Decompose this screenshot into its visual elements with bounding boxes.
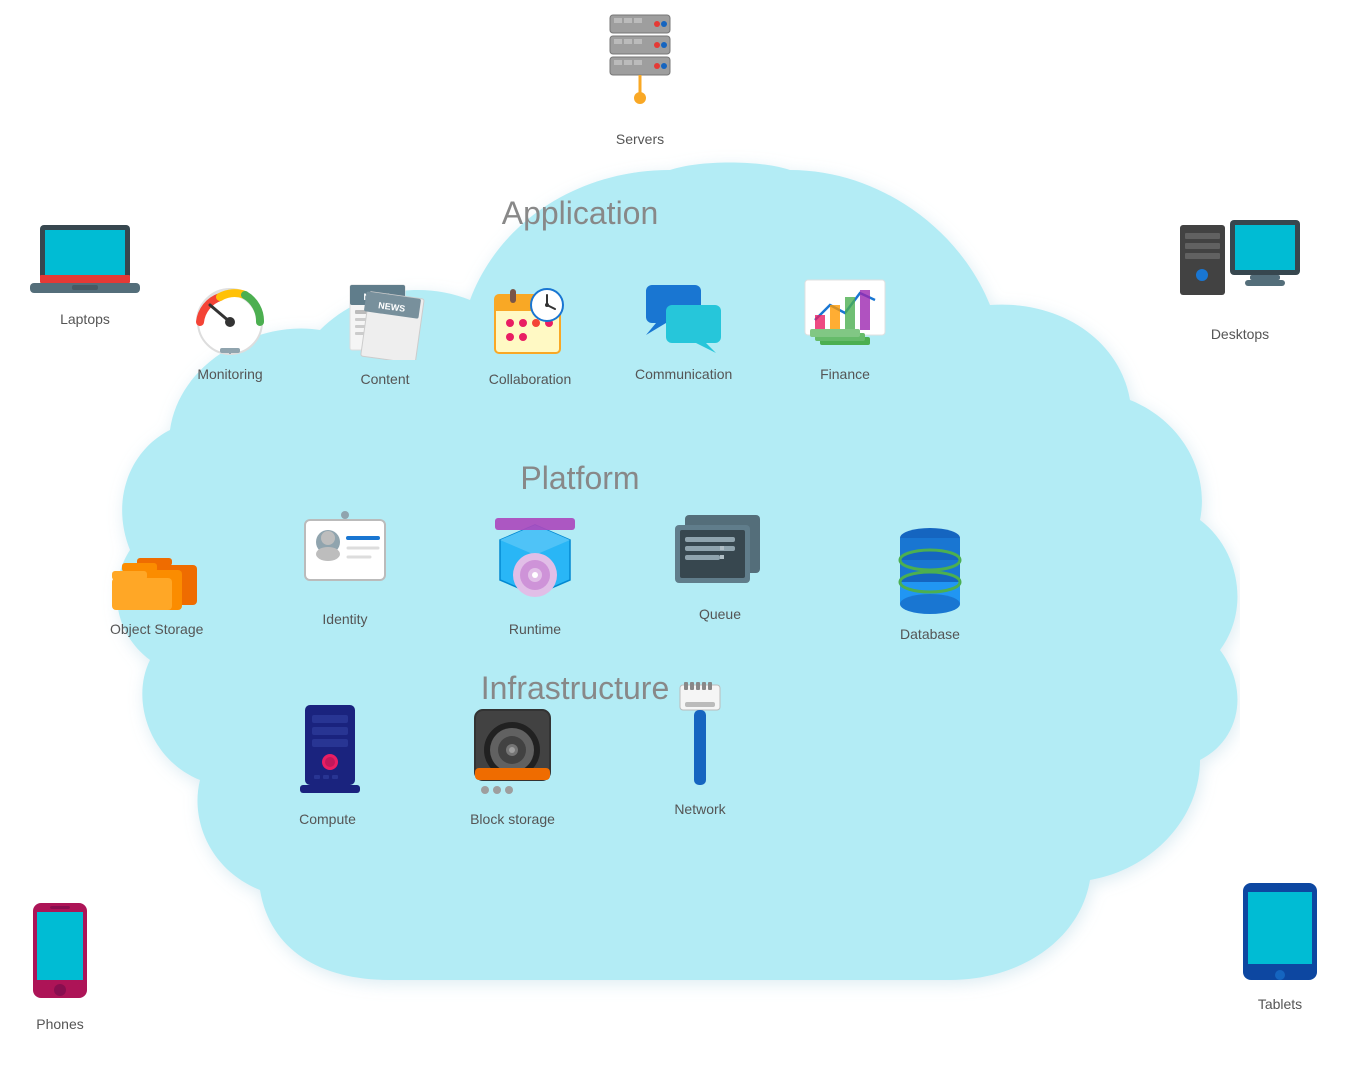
database-item: Database	[890, 520, 970, 642]
tablets-label: Tablets	[1258, 996, 1302, 1012]
network-icon	[670, 680, 730, 795]
collaboration-label: Collaboration	[489, 371, 572, 387]
identity-icon	[300, 510, 390, 605]
network-label: Network	[674, 801, 725, 817]
object-storage-item: Object Storage	[110, 530, 203, 637]
collaboration-item: Collaboration	[485, 275, 575, 387]
communication-icon	[641, 280, 726, 360]
tablets-icon	[1240, 880, 1320, 990]
compute-icon	[290, 700, 365, 805]
communication-label: Communication	[635, 366, 732, 382]
compute-item: Compute	[290, 700, 365, 827]
block-storage-label: Block storage	[470, 811, 555, 827]
object-storage-icon	[112, 530, 202, 615]
servers-icon	[600, 10, 680, 125]
runtime-item: Runtime	[490, 510, 580, 637]
identity-item: Identity	[300, 510, 390, 627]
desktops-icon	[1175, 215, 1305, 320]
collaboration-icon	[485, 275, 575, 365]
object-storage-label: Object Storage	[110, 621, 203, 637]
content-item: NEWS NEWS Content	[345, 275, 425, 387]
application-title: Application	[430, 195, 730, 232]
database-icon	[890, 520, 970, 620]
communication-item: Communication	[635, 280, 732, 382]
phones-item: Phones	[30, 900, 90, 1032]
desktops-item: Desktops	[1175, 215, 1305, 342]
phones-icon	[30, 900, 90, 1010]
laptops-label: Laptops	[60, 311, 110, 327]
platform-title: Platform	[430, 460, 730, 497]
block-storage-icon	[470, 700, 555, 805]
monitoring-label: Monitoring	[197, 366, 262, 382]
laptops-icon	[30, 220, 140, 305]
compute-label: Compute	[299, 811, 356, 827]
desktops-label: Desktops	[1211, 326, 1269, 342]
monitoring-item: Monitoring	[185, 280, 275, 382]
queue-icon	[670, 510, 770, 600]
monitoring-icon	[185, 280, 275, 360]
database-label: Database	[900, 626, 960, 642]
phones-label: Phones	[36, 1016, 83, 1032]
block-storage-item: Block storage	[470, 700, 555, 827]
servers-item: Servers	[600, 10, 680, 147]
finance-item: Finance	[800, 275, 890, 382]
queue-item: Queue	[670, 510, 770, 622]
content-label: Content	[360, 371, 409, 387]
queue-label: Queue	[699, 606, 741, 622]
runtime-icon	[490, 510, 580, 615]
content-icon: NEWS NEWS	[345, 275, 425, 365]
identity-label: Identity	[322, 611, 367, 627]
finance-icon	[800, 275, 890, 360]
runtime-label: Runtime	[509, 621, 561, 637]
finance-label: Finance	[820, 366, 870, 382]
laptops-item: Laptops	[30, 220, 140, 327]
network-item: Network	[670, 680, 730, 817]
tablets-item: Tablets	[1240, 880, 1320, 1012]
